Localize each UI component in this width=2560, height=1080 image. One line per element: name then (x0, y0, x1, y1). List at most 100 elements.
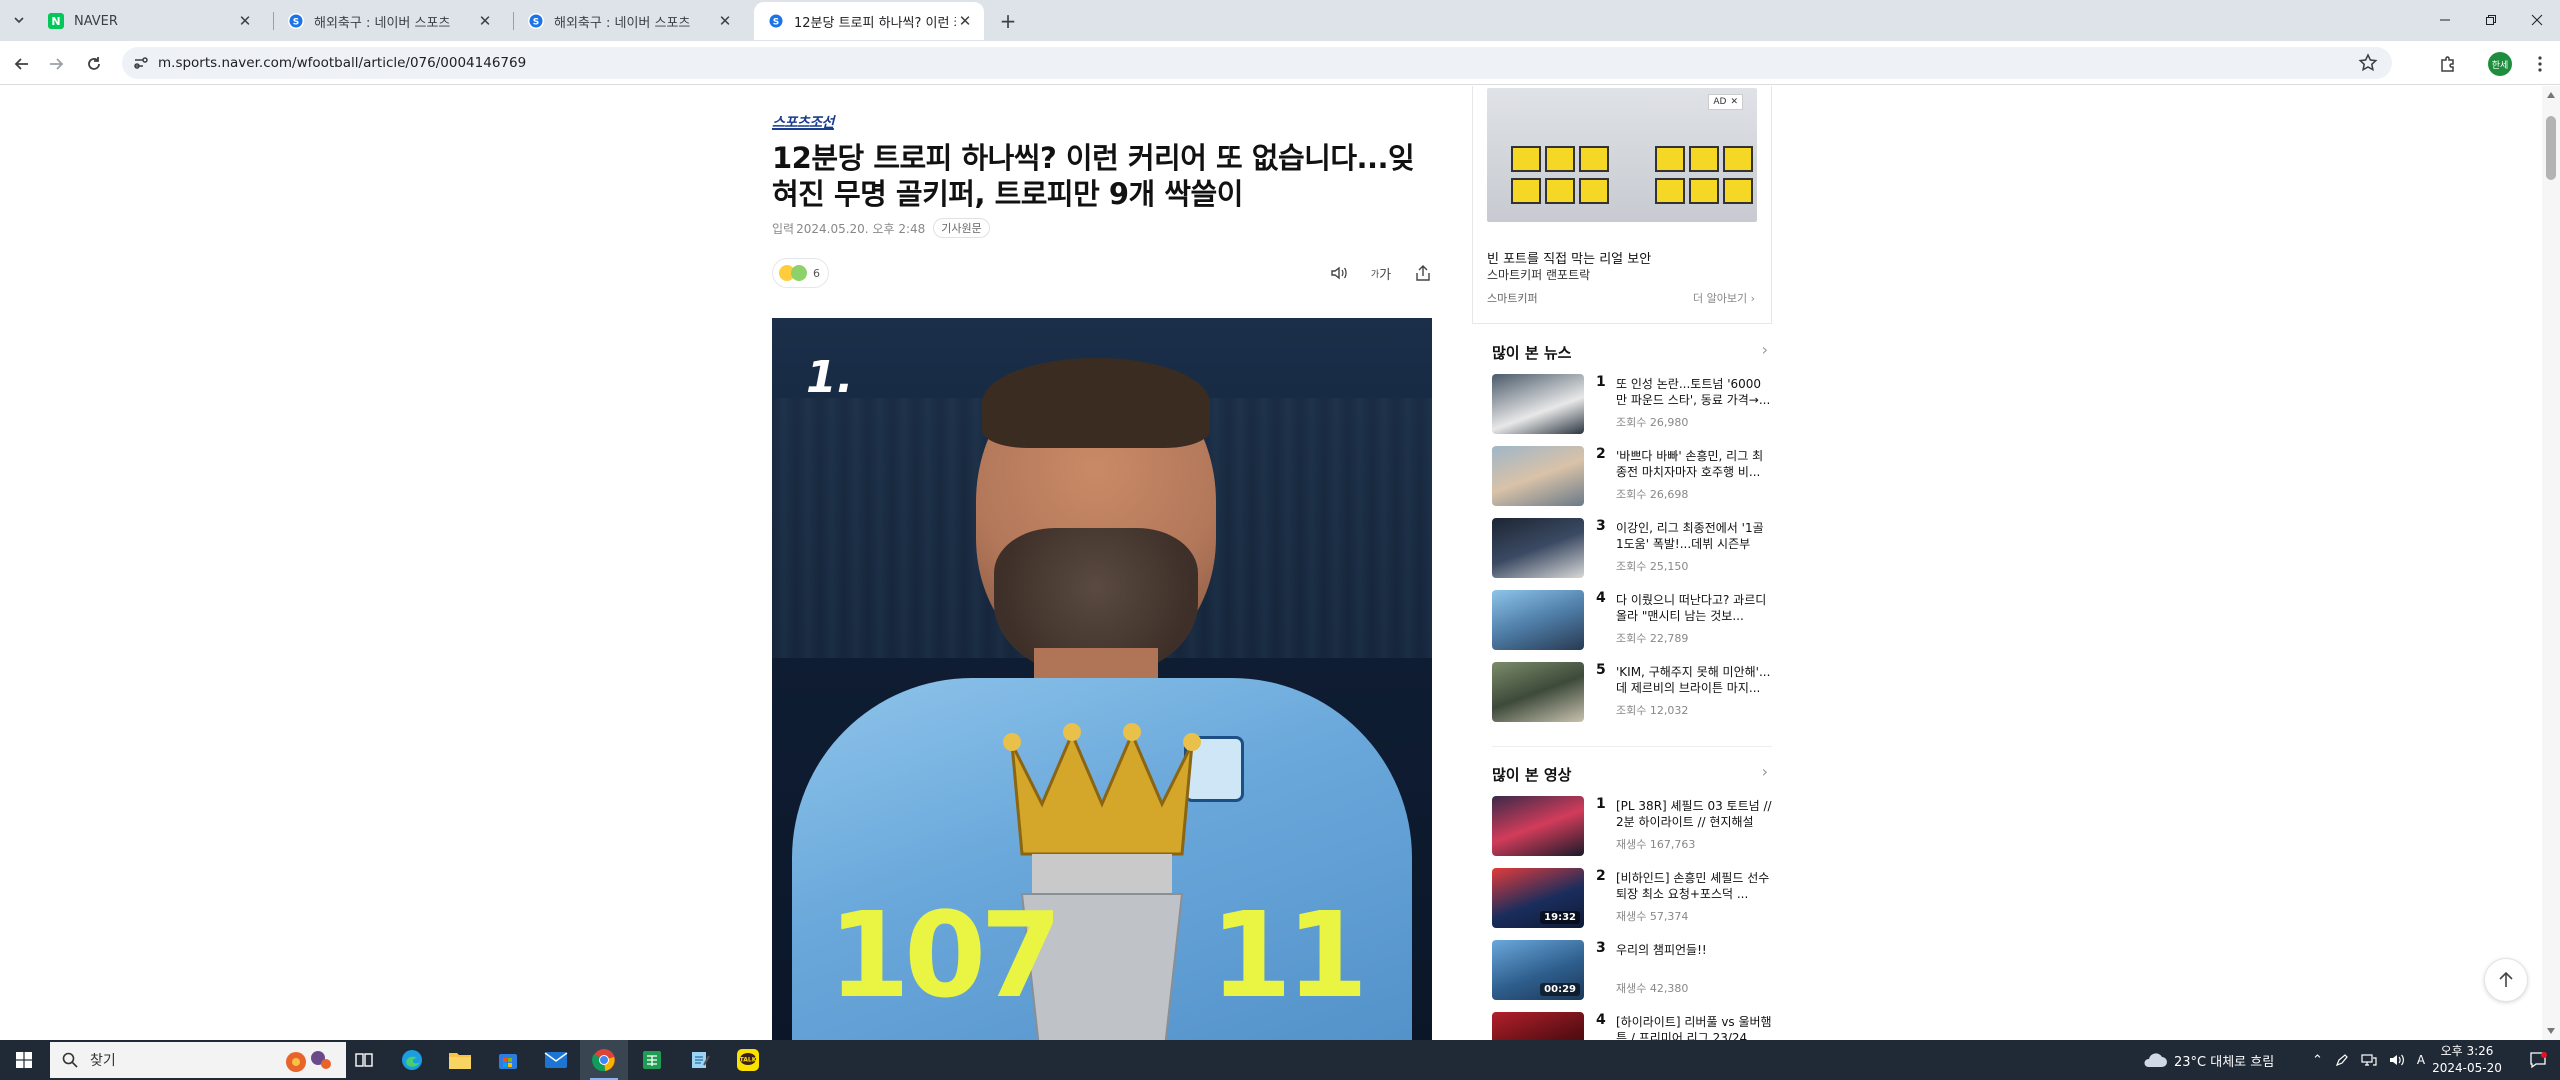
close-icon[interactable]: ✕ (956, 12, 974, 30)
news-headline: 'KIM, 구해주지 못해 미안해'...데 제르비의 브라이튼 마지... (1616, 665, 1771, 695)
profile-avatar[interactable]: 한세 (2488, 52, 2512, 76)
svg-text:S: S (533, 18, 539, 28)
address-bar[interactable]: m.sports.naver.com/wfootball/article/076… (122, 47, 2392, 79)
article-date: 2024.05.20. 오후 2:48 (796, 221, 926, 236)
tab-title: 해외축구 : 네이버 스포츠 (314, 15, 451, 31)
bookmark-star-icon[interactable] (2358, 53, 2378, 73)
popular-videos-title[interactable]: 많이 본 영상 (1492, 764, 1571, 785)
share-icon (1416, 265, 1430, 281)
tab-sports-1[interactable]: S 해외축구 : 네이버 스포츠 ✕ (274, 2, 504, 40)
site-info-icon[interactable] (132, 54, 150, 72)
extensions-button[interactable] (2434, 50, 2462, 78)
taskbar-kakaotalk[interactable]: TALK (724, 1040, 772, 1080)
start-button[interactable] (0, 1040, 48, 1080)
minimize-button[interactable] (2422, 0, 2468, 40)
close-icon[interactable]: ✕ (476, 12, 494, 30)
share-button[interactable] (1412, 262, 1434, 284)
news-item[interactable]: 3 이강인, 리그 최종전에서 '1골 1도움' 폭발!...데뷔 시즌부터..… (1492, 518, 1772, 580)
rank-number: 1 (1596, 796, 1606, 812)
video-item[interactable]: 19:32 2 [비하인드] 손흥민 셰필드 선수 퇴장 최소 요청+포스덕 .… (1492, 868, 1772, 930)
font-size-label: 가 (1379, 267, 1392, 283)
volume-icon[interactable] (2389, 1053, 2405, 1067)
font-size-button[interactable]: 가가 (1370, 262, 1392, 284)
player-hair (982, 358, 1210, 448)
close-icon[interactable]: ✕ (236, 12, 254, 30)
clock[interactable]: 오후 3:26 2024-05-20 (2420, 1043, 2514, 1077)
taskbar-mail[interactable] (532, 1040, 580, 1080)
window-close-button[interactable] (2514, 0, 2560, 40)
original-article-button[interactable]: 기사원문 (933, 218, 990, 238)
tab-article-active[interactable]: S 12분당 트로피 하나씩? 이런 커리 ✕ (754, 2, 984, 40)
page-scrollbar[interactable] (2542, 86, 2560, 1040)
taskbar-edge[interactable] (388, 1040, 436, 1080)
play-count: 재생수 167,763 (1616, 838, 1696, 851)
taskbar-file-explorer[interactable] (436, 1040, 484, 1080)
close-icon[interactable]: ✕ (1730, 97, 1738, 107)
reaction-button[interactable]: 6 (772, 258, 829, 288)
taskbar-store[interactable] (484, 1040, 532, 1080)
news-headline: 다 이뤘으니 떠난다고? 과르디올라 "맨시티 남는 것보... (1616, 593, 1767, 623)
chevron-right-icon[interactable]: › (1762, 762, 1768, 781)
tab-sports-2[interactable]: S 해외축구 : 네이버 스포츠 ✕ (514, 2, 744, 40)
back-button[interactable] (8, 50, 36, 78)
kakaotalk-icon: TALK (737, 1049, 759, 1071)
taskbar-chrome[interactable] (580, 1040, 628, 1080)
chevron-right-icon[interactable]: › (1762, 340, 1768, 359)
stat-right: 11 (1210, 886, 1368, 1024)
task-view-button[interactable] (340, 1040, 388, 1080)
reload-button[interactable] (80, 50, 108, 78)
pen-icon[interactable] (2335, 1053, 2349, 1067)
close-icon[interactable]: ✕ (716, 12, 734, 30)
chevron-up-icon[interactable]: ⌃ (2312, 1053, 2323, 1068)
rank-number: 3 (1596, 940, 1606, 956)
article-meta: 입력 2024.05.20. 오후 2:48 기사원문 (772, 218, 990, 238)
video-item[interactable]: 4 [하이라이트] 리버풀 vs 울버햄튼 / 프리미어 리그 23/24 (1492, 1012, 1772, 1040)
view-count: 조회수 26,980 (1616, 416, 1689, 429)
news-item[interactable]: 1 또 인성 논란...토트넘 '6000만 파운드 스타', 동료 가격→..… (1492, 374, 1772, 436)
scroll-down-arrow-icon[interactable] (2547, 1028, 2555, 1034)
news-item[interactable]: 5 'KIM, 구해주지 못해 미안해'...데 제르비의 브라이튼 마지...… (1492, 662, 1772, 724)
tab-search-button[interactable] (6, 7, 32, 33)
mail-icon (544, 1052, 568, 1068)
chrome-icon (592, 1049, 615, 1072)
restore-button[interactable] (2468, 0, 2514, 40)
taskbar-search-box[interactable]: 찾기 (50, 1042, 346, 1078)
network-icon[interactable] (2361, 1053, 2377, 1067)
taskbar-sheets[interactable] (628, 1040, 676, 1080)
new-tab-button[interactable]: + (994, 7, 1022, 35)
port-shape (1655, 178, 1685, 204)
tab-naver[interactable]: N NAVER ✕ (34, 2, 264, 40)
news-item[interactable]: 2 '바쁘다 바빠' 손흥민, 리그 최종전 마치자마자 호주행 비... 조회… (1492, 446, 1772, 508)
ad-banner[interactable]: AD ✕ 빈 포트를 직접 막는 리얼 보안 스마트키퍼 랜포트락 스마트키퍼 … (1472, 86, 1772, 324)
port-shape (1689, 146, 1719, 172)
view-count: 조회수 26,698 (1616, 488, 1689, 501)
ad-more-link[interactable]: 더 알아보기 › (1693, 290, 1755, 306)
news-headline: 이강인, 리그 최종전에서 '1골 1도움' 폭발!...데뷔 시즌부터... (1616, 521, 1764, 551)
browser-menu-button[interactable] (2526, 50, 2554, 78)
tab-title: 해외축구 : 네이버 스포츠 (554, 15, 691, 31)
scroll-to-top-button[interactable] (2484, 958, 2528, 1002)
weather-widget[interactable]: 23°C 대체로 흐림 (2142, 1040, 2274, 1080)
scrollbar-thumb[interactable] (2546, 116, 2556, 180)
play-count: 재생수 42,380 (1616, 982, 1689, 995)
taskbar-notepad[interactable] (676, 1040, 724, 1080)
forward-button[interactable] (42, 50, 70, 78)
popular-news-title[interactable]: 많이 본 뉴스 (1492, 342, 1571, 363)
notification-button[interactable] (2516, 1040, 2560, 1080)
speaker-button[interactable] (1328, 262, 1350, 284)
arrow-up-icon (2499, 971, 2513, 987)
news-thumbnail (1492, 590, 1584, 650)
video-item[interactable]: 1 [PL 38R] 셰필드 03 토트넘 // 2분 하이라이트 // 현지해… (1492, 796, 1772, 858)
chevron-right-icon: › (1750, 292, 1755, 305)
news-headline: '바쁘다 바빠' 손흥민, 리그 최종전 마치자마자 호주행 비... (1616, 449, 1764, 479)
news-item[interactable]: 4 다 이뤘으니 떠난다고? 과르디올라 "맨시티 남는 것보... 조회수 2… (1492, 590, 1772, 652)
sad-emoji-icon (791, 265, 807, 281)
browser-toolbar: m.sports.naver.com/wfootball/article/076… (0, 41, 2560, 85)
port-shape (1545, 178, 1575, 204)
ad-badge[interactable]: AD ✕ (1708, 94, 1743, 110)
video-item[interactable]: 00:29 3 우리의 챔피언들!! 재생수 42,380 (1492, 940, 1772, 1002)
stat-left: 107 (828, 886, 1062, 1024)
press-logo[interactable]: 스포츠조선 (772, 112, 834, 131)
scroll-up-arrow-icon[interactable] (2547, 92, 2555, 98)
store-icon (499, 1054, 517, 1069)
